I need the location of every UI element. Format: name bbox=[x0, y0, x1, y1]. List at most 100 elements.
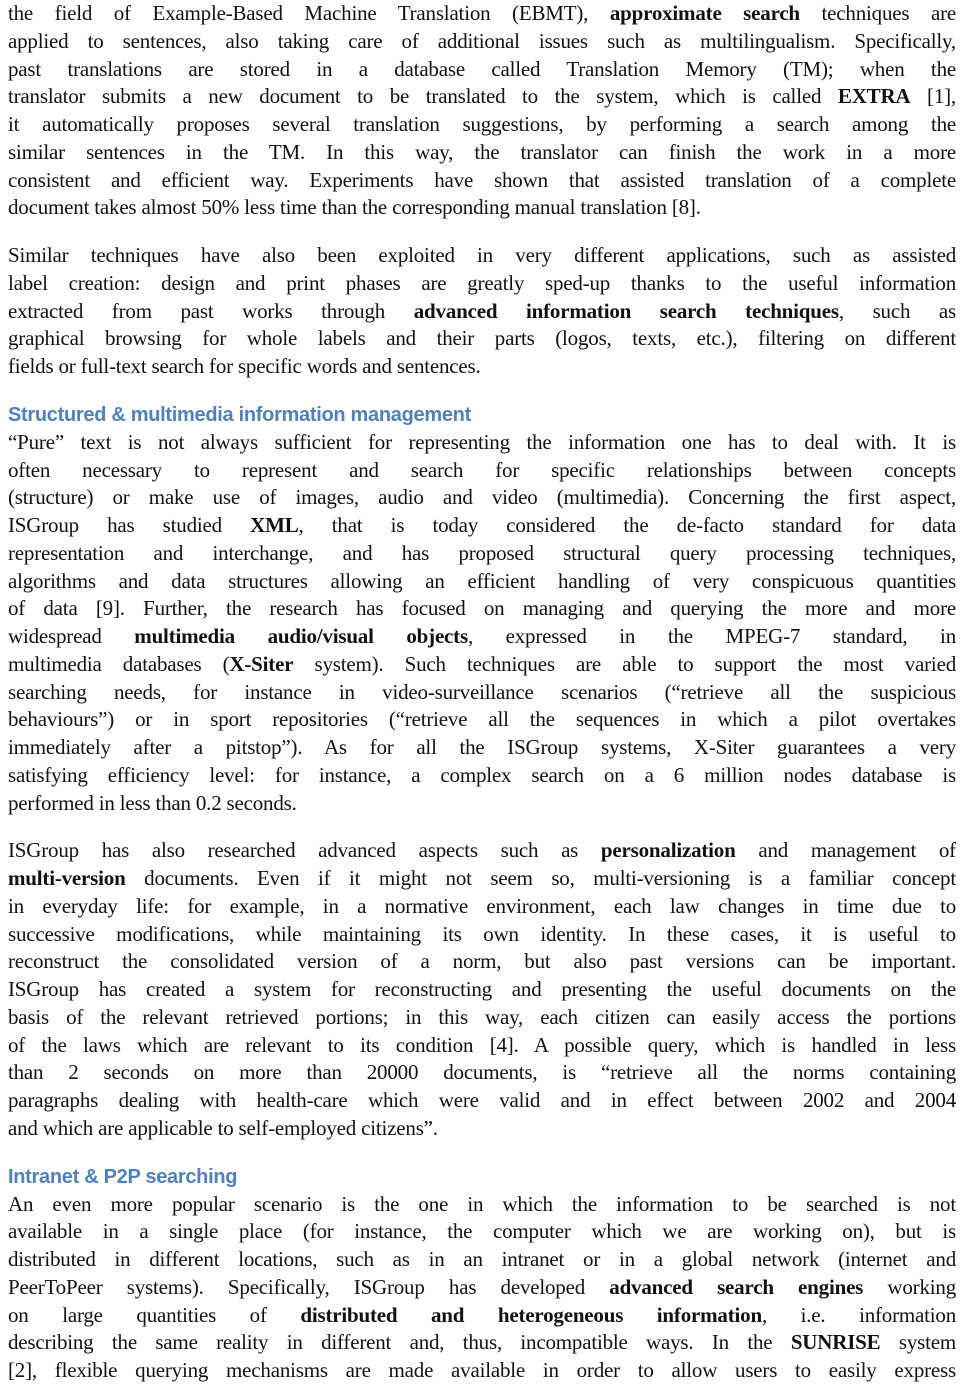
text-run: An even more popular scenario is the one… bbox=[8, 1191, 956, 1216]
text-run: , i.e. information bbox=[761, 1302, 957, 1327]
text-run: fields or full-text search for specific … bbox=[8, 354, 481, 378]
text-run: paragraphs dealing with health-care whic… bbox=[8, 1088, 956, 1112]
text-line: successive modifications, while maintain… bbox=[8, 921, 956, 949]
bold-term: X-Siter bbox=[229, 651, 294, 676]
text-run: in everyday life: for example, in a norm… bbox=[8, 893, 956, 918]
bold-term: EXTRA bbox=[837, 84, 911, 109]
section-heading-intranet-p2p: Intranet & P2P searching bbox=[8, 1165, 238, 1188]
text-line: consistent and efficient way. Experiment… bbox=[8, 167, 956, 195]
text-run: graphical browsing for whole labels and … bbox=[8, 326, 956, 351]
bold-term: personalization bbox=[600, 838, 736, 863]
text-line: and which are applicable to self-employe… bbox=[8, 1115, 956, 1143]
text-line: document takes almost 50% less time than… bbox=[8, 194, 956, 222]
section-heading-structured-multimedia: Structured & multimedia information mana… bbox=[8, 403, 471, 426]
text-line: in everyday life: for example, in a norm… bbox=[8, 893, 956, 921]
text-run: widespread bbox=[8, 624, 135, 648]
text-run: performed in less than 0.2 seconds. bbox=[8, 790, 297, 815]
text-run: available in a single place (for instanc… bbox=[8, 1219, 956, 1244]
text-run: distributed in different locations, such… bbox=[8, 1247, 956, 1271]
text-line: multimedia databases (X-Siter system). S… bbox=[8, 651, 956, 679]
text-line: graphical browsing for whole labels and … bbox=[8, 325, 956, 353]
text-line: extracted from past works through advanc… bbox=[8, 298, 956, 326]
text-run: and management of bbox=[735, 838, 956, 863]
ebmt-paragraph: the field of Example-Based Machine Trans… bbox=[8, 0, 956, 222]
text-run: on large quantities of bbox=[8, 1302, 301, 1327]
text-line: behaviours”) or in sport repositories (“… bbox=[8, 706, 956, 734]
text-line: applied to sentences, also taking care o… bbox=[8, 28, 956, 56]
text-line: ISGroup has also researched advanced asp… bbox=[8, 837, 956, 865]
text-run: translator submits a new document to be … bbox=[8, 84, 838, 109]
text-run: ISGroup has also researched advanced asp… bbox=[8, 838, 601, 863]
text-run: system bbox=[880, 1330, 956, 1355]
text-line: of the laws which are relevant to its co… bbox=[8, 1032, 956, 1060]
text-line: on large quantities of distributed and h… bbox=[8, 1302, 956, 1330]
text-run: PeerToPeer systems). Specifically, ISGro… bbox=[8, 1274, 610, 1299]
text-line: PeerToPeer systems). Specifically, ISGro… bbox=[8, 1274, 956, 1302]
text-line: performed in less than 0.2 seconds. bbox=[8, 790, 956, 818]
text-run: describing the same reality in different… bbox=[8, 1330, 791, 1355]
text-line: widespread multimedia audio/visual objec… bbox=[8, 623, 956, 651]
text-run: it automatically proposes several transl… bbox=[8, 112, 956, 136]
text-run: consistent and efficient way. Experiment… bbox=[8, 167, 956, 192]
text-line: (structure) or make use of images, audio… bbox=[8, 484, 956, 512]
text-line: past translations are stored in a databa… bbox=[8, 56, 956, 84]
text-run: multimedia databases ( bbox=[8, 651, 230, 676]
document-page: the field of Example-Based Machine Trans… bbox=[8, 0, 956, 1385]
text-line: reconstruct the consolidated version of … bbox=[8, 948, 956, 976]
text-line: often necessary to represent and search … bbox=[8, 457, 956, 485]
text-run: Similar techniques have also been exploi… bbox=[8, 243, 956, 267]
text-run: ISGroup has studied bbox=[8, 513, 251, 537]
text-line: [2], flexible querying mechanisms are ma… bbox=[8, 1357, 956, 1385]
text-run: of the laws which are relevant to its co… bbox=[8, 1032, 956, 1057]
text-line: the field of Example-Based Machine Trans… bbox=[8, 0, 956, 28]
text-line: immediately after a pitstop”). As for al… bbox=[8, 734, 956, 762]
bold-term: approximate search bbox=[609, 1, 800, 25]
text-run: than 2 seconds on more than 20000 docume… bbox=[8, 1060, 956, 1085]
text-line: An even more popular scenario is the one… bbox=[8, 1191, 956, 1219]
text-line: describing the same reality in different… bbox=[8, 1329, 956, 1357]
text-run: successive modifications, while maintain… bbox=[8, 921, 956, 946]
text-run: immediately after a pitstop”). As for al… bbox=[8, 735, 956, 759]
bold-term: SUNRISE bbox=[790, 1330, 881, 1355]
text-run: algorithms and data structures allowing … bbox=[8, 568, 956, 593]
text-line: algorithms and data structures allowing … bbox=[8, 568, 956, 596]
structured-multimedia-paragraph: “Pure” text is not always sufficient for… bbox=[8, 429, 956, 818]
label-creation-paragraph: Similar techniques have also been exploi… bbox=[8, 242, 956, 381]
text-run: often necessary to represent and search … bbox=[8, 457, 956, 482]
text-run: reconstruct the consolidated version of … bbox=[8, 949, 956, 974]
text-run: extracted from past works through bbox=[8, 298, 414, 323]
bold-term: XML bbox=[250, 513, 299, 537]
text-line: representation and interchange, and has … bbox=[8, 540, 956, 568]
text-run: behaviours”) or in sport repositories (“… bbox=[8, 707, 956, 732]
text-run: of data [9]. Further, the research has f… bbox=[8, 596, 956, 621]
text-line: Similar techniques have also been exploi… bbox=[8, 242, 956, 270]
text-run: [2], flexible querying mechanisms are ma… bbox=[8, 1358, 956, 1382]
text-line: it automatically proposes several transl… bbox=[8, 111, 956, 139]
text-line: basis of the relevant retrieved portions… bbox=[8, 1004, 956, 1032]
text-run: representation and interchange, and has … bbox=[8, 540, 956, 565]
text-line: available in a single place (for instanc… bbox=[8, 1218, 956, 1246]
text-run: (structure) or make use of images, audio… bbox=[8, 485, 956, 510]
text-line: distributed in different locations, such… bbox=[8, 1246, 956, 1274]
text-line: of data [9]. Further, the research has f… bbox=[8, 595, 956, 623]
text-line: searching needs, for instance in video-s… bbox=[8, 679, 956, 707]
text-line: satisfying efficiency level: for instanc… bbox=[8, 762, 956, 790]
text-run: and which are applicable to self-employe… bbox=[8, 1115, 438, 1140]
text-line: multi-version documents. Even if it migh… bbox=[8, 865, 956, 893]
bold-term: multimedia audio/visual objects bbox=[134, 624, 468, 648]
text-run: techniques are bbox=[799, 1, 957, 25]
text-run: basis of the relevant retrieved portions… bbox=[8, 1004, 956, 1029]
text-run: document takes almost 50% less time than… bbox=[8, 195, 701, 220]
text-run: similar sentences in the TM. In this way… bbox=[8, 139, 956, 164]
text-line: paragraphs dealing with health-care whic… bbox=[8, 1087, 956, 1115]
bold-term: multi-version bbox=[8, 866, 126, 890]
text-run: applied to sentences, also taking care o… bbox=[8, 28, 956, 53]
text-line: translator submits a new document to be … bbox=[8, 83, 956, 111]
intranet-p2p-paragraph: An even more popular scenario is the one… bbox=[8, 1191, 956, 1385]
text-run: the field of Example-Based Machine Trans… bbox=[8, 1, 610, 25]
bold-term: advanced search engines bbox=[609, 1274, 864, 1299]
